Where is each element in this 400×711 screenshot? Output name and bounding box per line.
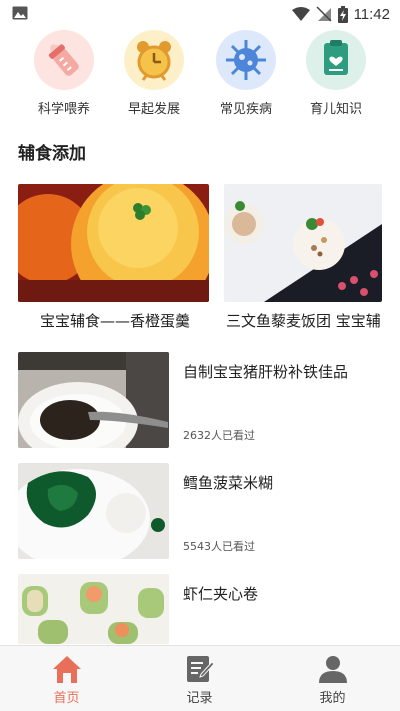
list-item-title: 鳕鱼菠菜米糊: [183, 474, 274, 492]
person-icon: [318, 656, 347, 683]
category-development[interactable]: 早起发展: [108, 30, 200, 117]
section-title: 辅食添加: [18, 144, 86, 164]
nav-home[interactable]: 首页: [0, 646, 133, 711]
nav-label: 记录: [186, 691, 213, 706]
battery-charging-icon: [337, 5, 348, 23]
shrimp-cucumber-roll-image: [18, 574, 169, 644]
cod-spinach-porridge-image: [18, 463, 169, 559]
category-parenting[interactable]: 育儿知识: [290, 30, 382, 117]
clock-time: 11:42: [353, 5, 390, 23]
featured-card[interactable]: 三文鱼藜麦饭团 宝宝辅: [224, 184, 382, 334]
home-icon: [52, 656, 81, 683]
edit-note-icon: [186, 656, 215, 682]
status-bar: 11:42: [0, 0, 400, 28]
list-item-title: 虾仁夹心卷: [183, 585, 259, 603]
bottom-navigation: 首页 记录 我的: [0, 645, 400, 711]
gallery-notification-icon: [12, 6, 28, 20]
category-label: 育儿知识: [309, 102, 362, 117]
featured-card[interactable]: 宝宝辅食——香橙蛋羹: [18, 184, 209, 334]
baby-bottle-icon: [34, 30, 94, 90]
virus-icon: [216, 30, 276, 90]
alarm-clock-icon: [124, 30, 184, 90]
category-feeding[interactable]: 科学喂养: [18, 30, 110, 117]
category-row: 科学喂养 早起发展 常见疾病 育儿知识: [0, 30, 400, 120]
wifi-icon: [291, 7, 310, 21]
nav-label: 我的: [319, 691, 346, 706]
list-item-title: 自制宝宝猪肝粉补铁佳品: [183, 363, 349, 381]
category-label: 早起发展: [127, 102, 180, 117]
list-item[interactable]: 自制宝宝猪肝粉补铁佳品 2632人已看过: [18, 352, 382, 448]
nav-records[interactable]: 记录: [133, 646, 266, 711]
featured-card-title: 宝宝辅食——香橙蛋羹: [40, 312, 191, 330]
orange-egg-custard-image: [18, 184, 209, 302]
pork-liver-powder-image: [18, 352, 169, 448]
view-count: 5543人已看过: [183, 540, 255, 553]
category-diseases[interactable]: 常见疾病: [200, 30, 292, 117]
featured-card-title: 三文鱼藜麦饭团 宝宝辅: [226, 312, 381, 330]
clipboard-heart-icon: [306, 30, 366, 90]
view-count: 2632人已看过: [183, 429, 255, 442]
nav-label: 首页: [53, 691, 80, 706]
list-item[interactable]: 虾仁夹心卷: [18, 574, 382, 644]
category-label: 科学喂养: [37, 102, 90, 117]
category-label: 常见疾病: [219, 102, 272, 117]
salmon-quinoa-riceball-image: [224, 184, 382, 302]
no-signal-icon: [316, 6, 332, 22]
nav-profile[interactable]: 我的: [266, 646, 399, 711]
list-item[interactable]: 鳕鱼菠菜米糊 5543人已看过: [18, 463, 382, 559]
